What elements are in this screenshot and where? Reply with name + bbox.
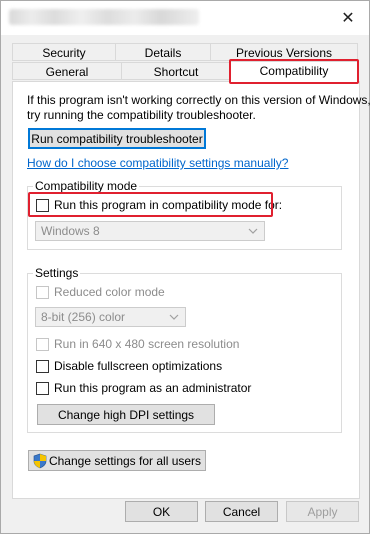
chevron-down-icon [169,314,179,320]
disable-fullscreen-checkbox[interactable] [36,360,49,373]
tab-details[interactable]: Details [115,43,211,61]
compatibility-panel: If this program isn't working correctly … [12,81,370,499]
color-depth-select[interactable]: 8-bit (256) color [35,307,186,327]
compatibility-mode-checkbox-label: Run this program in compatibility mode f… [54,198,283,212]
tab-previous-versions[interactable]: Previous Versions [210,43,358,61]
blurred-window-title [9,9,199,25]
tab-security[interactable]: Security [12,43,116,61]
change-all-users-button[interactable]: Change settings for all users [28,450,206,471]
shield-icon [33,453,47,468]
intro-line-1: If this program isn't working correctly … [27,93,370,107]
tab-general[interactable]: General [12,62,122,80]
settings-group-label: Settings [33,266,81,280]
ok-button[interactable]: OK [125,501,198,522]
change-dpi-button[interactable]: Change high DPI settings [37,404,215,425]
cancel-button[interactable]: Cancel [205,501,278,522]
compatibility-mode-checkbox[interactable] [36,199,49,212]
close-button[interactable]: ✕ [333,5,363,31]
run-troubleshooter-button[interactable]: Run compatibility troubleshooter [28,128,206,149]
windows-version-select[interactable]: Windows 8 [35,221,265,241]
chevron-down-icon [248,228,258,234]
change-all-users-label: Change settings for all users [48,453,202,468]
windows-version-value: Windows 8 [41,224,100,238]
color-depth-value: 8-bit (256) color [41,310,126,324]
manual-settings-link[interactable]: How do I choose compatibility settings m… [27,156,288,170]
apply-button[interactable]: Apply [286,501,359,522]
compatibility-mode-label: Compatibility mode [33,179,140,193]
close-icon: ✕ [341,10,355,27]
run-640-label: Run in 640 x 480 screen resolution [54,337,240,351]
run-as-admin-label: Run this program as an administrator [54,381,252,395]
tab-compatibility[interactable]: Compatibility [230,61,358,82]
disable-fullscreen-label: Disable fullscreen optimizations [54,359,223,373]
tab-shortcut[interactable]: Shortcut [121,62,231,80]
run-640-checkbox[interactable] [36,338,49,351]
run-as-admin-checkbox[interactable] [36,382,49,395]
reduced-color-checkbox[interactable] [36,286,49,299]
intro-line-2: try running the compatibility troublesho… [27,108,256,122]
title-bar: ✕ [1,1,369,35]
properties-dialog: ✕ Security Details Previous Versions Gen… [0,0,370,534]
reduced-color-label: Reduced color mode [54,285,165,299]
